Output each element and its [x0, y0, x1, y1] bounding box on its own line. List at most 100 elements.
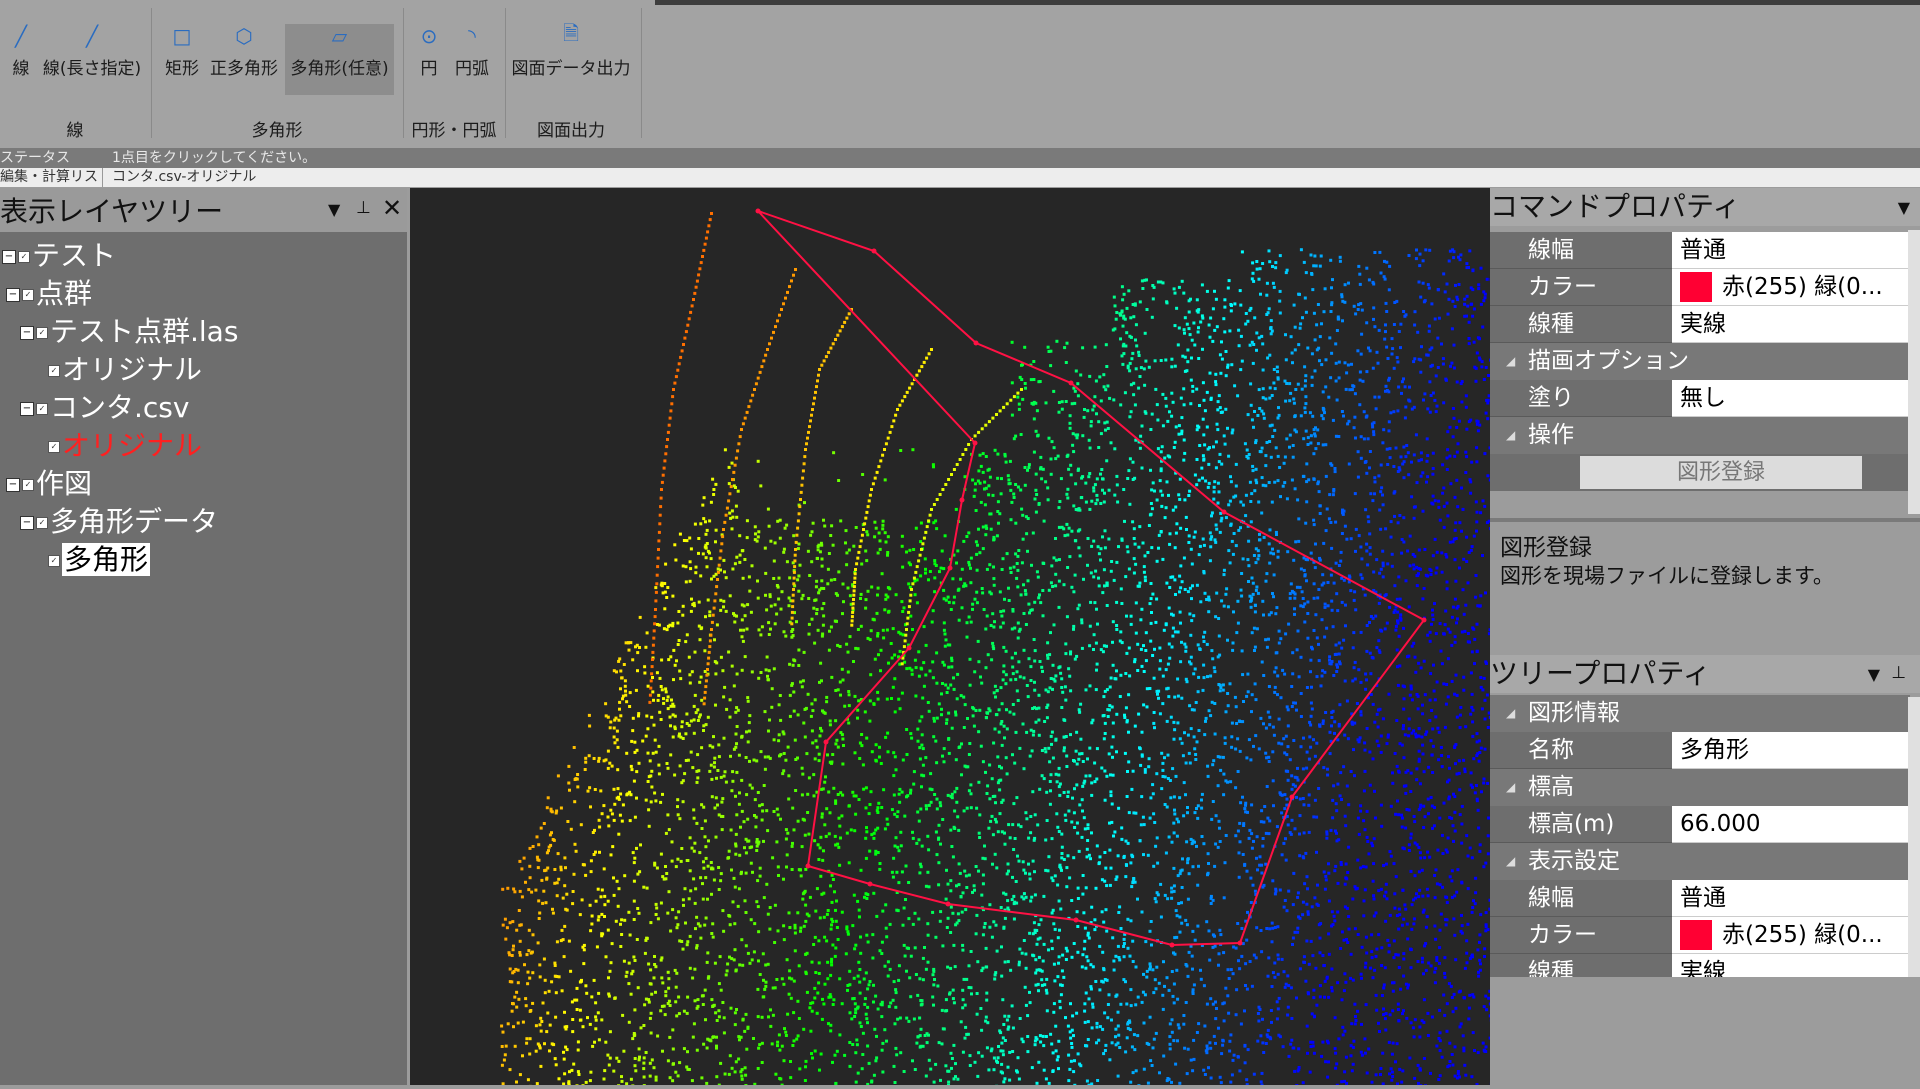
circle-button[interactable]: ⊙ 円: [414, 0, 444, 95]
point: [1294, 702, 1297, 705]
point: [1473, 308, 1476, 311]
tab-document[interactable]: コンタ.csv-オリジナル: [112, 168, 256, 187]
point: [1064, 814, 1067, 817]
checkbox-icon[interactable]: ✓: [18, 251, 30, 263]
point: [1058, 955, 1061, 958]
point: [1156, 403, 1159, 406]
checkbox-icon[interactable]: ✓: [36, 403, 48, 415]
point: [501, 1064, 504, 1067]
checkbox-icon[interactable]: ✓: [22, 479, 34, 491]
point: [1452, 840, 1455, 843]
free-polygon-button[interactable]: ▱ 多角形(任意): [285, 24, 394, 95]
regular-polygon-button[interactable]: ⬡ 正多角形: [206, 0, 282, 95]
tree-node-las-original[interactable]: ✓オリジナル: [48, 348, 202, 388]
point-cloud-canvas[interactable]: [410, 188, 1490, 1085]
point: [1336, 609, 1339, 612]
point: [791, 807, 794, 810]
point: [1457, 605, 1460, 608]
rectangle-button[interactable]: □ 矩形: [160, 0, 204, 95]
checkbox-icon[interactable]: ✓: [36, 327, 48, 339]
point: [672, 736, 675, 739]
point: [942, 567, 945, 570]
collapse-icon[interactable]: −: [6, 478, 20, 492]
point: [1054, 674, 1057, 677]
point: [669, 655, 672, 658]
point: [668, 890, 671, 893]
point: [1341, 295, 1344, 298]
point: [1214, 373, 1217, 376]
point: [1240, 335, 1243, 338]
collapse-icon[interactable]: −: [2, 250, 16, 264]
arc-button[interactable]: ◝ 円弧: [450, 0, 494, 95]
point: [982, 452, 985, 455]
point: [1254, 610, 1257, 613]
point: [866, 1045, 869, 1048]
point: [933, 590, 936, 593]
tree-node-drawing[interactable]: −✓作図: [6, 462, 92, 502]
point: [1343, 1030, 1346, 1033]
checkbox-icon[interactable]: ✓: [36, 517, 48, 529]
point: [676, 923, 679, 926]
line-button[interactable]: ╱ 線: [4, 0, 38, 95]
point: [1186, 360, 1189, 363]
tree-node-csv-original[interactable]: ✓オリジナル: [48, 424, 202, 464]
point: [783, 752, 786, 755]
point: [838, 864, 841, 867]
checkbox-icon[interactable]: ✓: [48, 555, 60, 567]
close-icon[interactable]: ✕: [382, 194, 402, 222]
point: [1310, 272, 1313, 275]
point: [993, 1057, 996, 1060]
tree-node-test[interactable]: −✓テスト: [2, 234, 116, 274]
collapse-icon[interactable]: −: [20, 516, 34, 530]
point: [1288, 399, 1291, 402]
point: [1161, 393, 1164, 396]
point: [1056, 975, 1059, 978]
checkbox-icon[interactable]: ✓: [22, 289, 34, 301]
point: [511, 971, 514, 974]
tree-node-polygon[interactable]: ✓多角形: [48, 538, 150, 578]
tab-edit-list[interactable]: 編集・計算リス: [0, 168, 103, 187]
point: [731, 1067, 734, 1070]
collapse-icon[interactable]: −: [6, 288, 20, 302]
collapse-icon[interactable]: −: [20, 326, 34, 340]
drawing-export-button[interactable]: 🗎 図面データ出力: [510, 0, 632, 95]
point: [1122, 856, 1125, 859]
point: [1438, 731, 1441, 734]
point: [697, 719, 700, 722]
point: [964, 1037, 967, 1040]
point-cloud-viewport[interactable]: [410, 188, 1490, 1085]
point: [1419, 253, 1422, 256]
point: [817, 939, 820, 942]
point: [1310, 1045, 1313, 1048]
point: [744, 899, 747, 902]
pin-icon[interactable]: ⊥: [356, 198, 371, 218]
point: [538, 963, 541, 966]
point: [947, 737, 950, 740]
point: [1253, 1073, 1256, 1076]
point: [735, 833, 738, 836]
point: [556, 894, 559, 897]
point: [1381, 994, 1384, 997]
point: [1197, 357, 1200, 360]
point: [1174, 630, 1177, 633]
point: [1178, 327, 1181, 330]
point: [779, 753, 782, 756]
point: [1145, 631, 1148, 634]
point: [809, 534, 812, 537]
point: [667, 695, 670, 698]
point: [1065, 947, 1068, 950]
point: [987, 653, 990, 656]
tree-node-pointcloud[interactable]: −✓点群: [6, 272, 92, 312]
point: [1076, 822, 1079, 825]
point: [594, 851, 597, 854]
point: [785, 524, 788, 527]
point: [1029, 755, 1032, 758]
checkbox-icon[interactable]: ✓: [48, 441, 60, 453]
tree-node-polygon-data[interactable]: −✓多角形データ: [20, 500, 218, 540]
dropdown-icon[interactable]: ▼: [328, 200, 340, 219]
collapse-icon[interactable]: −: [20, 402, 34, 416]
tree-node-csv-file[interactable]: −✓コンタ.csv: [20, 386, 189, 426]
tree-node-las-file[interactable]: −✓テスト点群.las: [20, 310, 238, 350]
checkbox-icon[interactable]: ✓: [48, 365, 60, 377]
line-length-button[interactable]: ╱ 線(長さ指定): [40, 0, 144, 95]
